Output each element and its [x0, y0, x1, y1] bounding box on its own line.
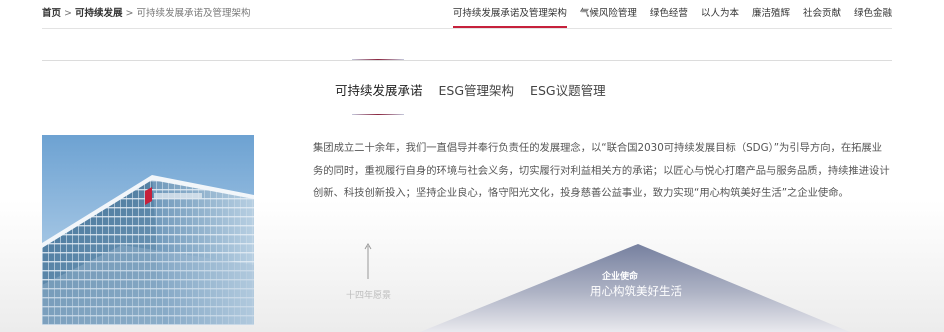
breadcrumb-separator: >: [125, 8, 134, 19]
breadcrumb-separator: >: [64, 8, 72, 19]
nav-item-climate-risk[interactable]: 气候风险管理: [580, 5, 637, 29]
vision-label: 十四年愿景: [346, 291, 392, 301]
page-header: 首页 > 可持续发展 > 可持续发展承诺及管理架构 可持续发展承诺及管理架构 气候风险管…: [42, 0, 892, 29]
breadcrumb: 首页 > 可持续发展 > 可持续发展承诺及管理架构: [42, 5, 250, 19]
headquarters-building-image: [42, 135, 254, 325]
content-tabs: 可持续发展承诺 ESG管理架构 ESG议题管理: [335, 80, 606, 99]
mission-statement: 用心构筑美好生活: [590, 284, 682, 298]
nav-item-integrity[interactable]: 廉洁殖辉: [752, 5, 790, 29]
tab-sustainability-commitment[interactable]: 可持续发展承诺: [335, 80, 423, 99]
mission-label: 企业使命: [602, 272, 639, 282]
nav-item-commitment-structure[interactable]: 可持续发展承诺及管理架构: [452, 5, 567, 29]
commitment-description: 集团成立二十余年，我们一直倡导并奉行负责任的发展理念，以“联合国2030可持续发…: [313, 142, 890, 199]
decorative-accent-line-bottom: [352, 114, 404, 115]
tab-esg-management-structure[interactable]: ESG管理架构: [439, 80, 515, 99]
section-divider: [42, 60, 892, 61]
tab-esg-topic-management[interactable]: ESG议题管理: [530, 80, 606, 99]
nav-item-social-contribution[interactable]: 社会贡献: [803, 5, 841, 29]
nav-item-green-operation[interactable]: 绿色经营: [650, 5, 688, 29]
breadcrumb-section-link[interactable]: 可持续发展: [75, 8, 123, 19]
section-nav: 可持续发展承诺及管理架构 气候风险管理 绿色经营 以人为本 廉洁殖辉 社会贡献 …: [452, 5, 892, 29]
breadcrumb-home-link[interactable]: 首页: [42, 8, 61, 19]
nav-item-people-first[interactable]: 以人为本: [701, 5, 739, 29]
arrow-up-icon: [363, 243, 373, 283]
nav-item-green-finance[interactable]: 绿色金融: [854, 5, 892, 29]
breadcrumb-current: 可持续发展承诺及管理架构: [136, 8, 251, 19]
